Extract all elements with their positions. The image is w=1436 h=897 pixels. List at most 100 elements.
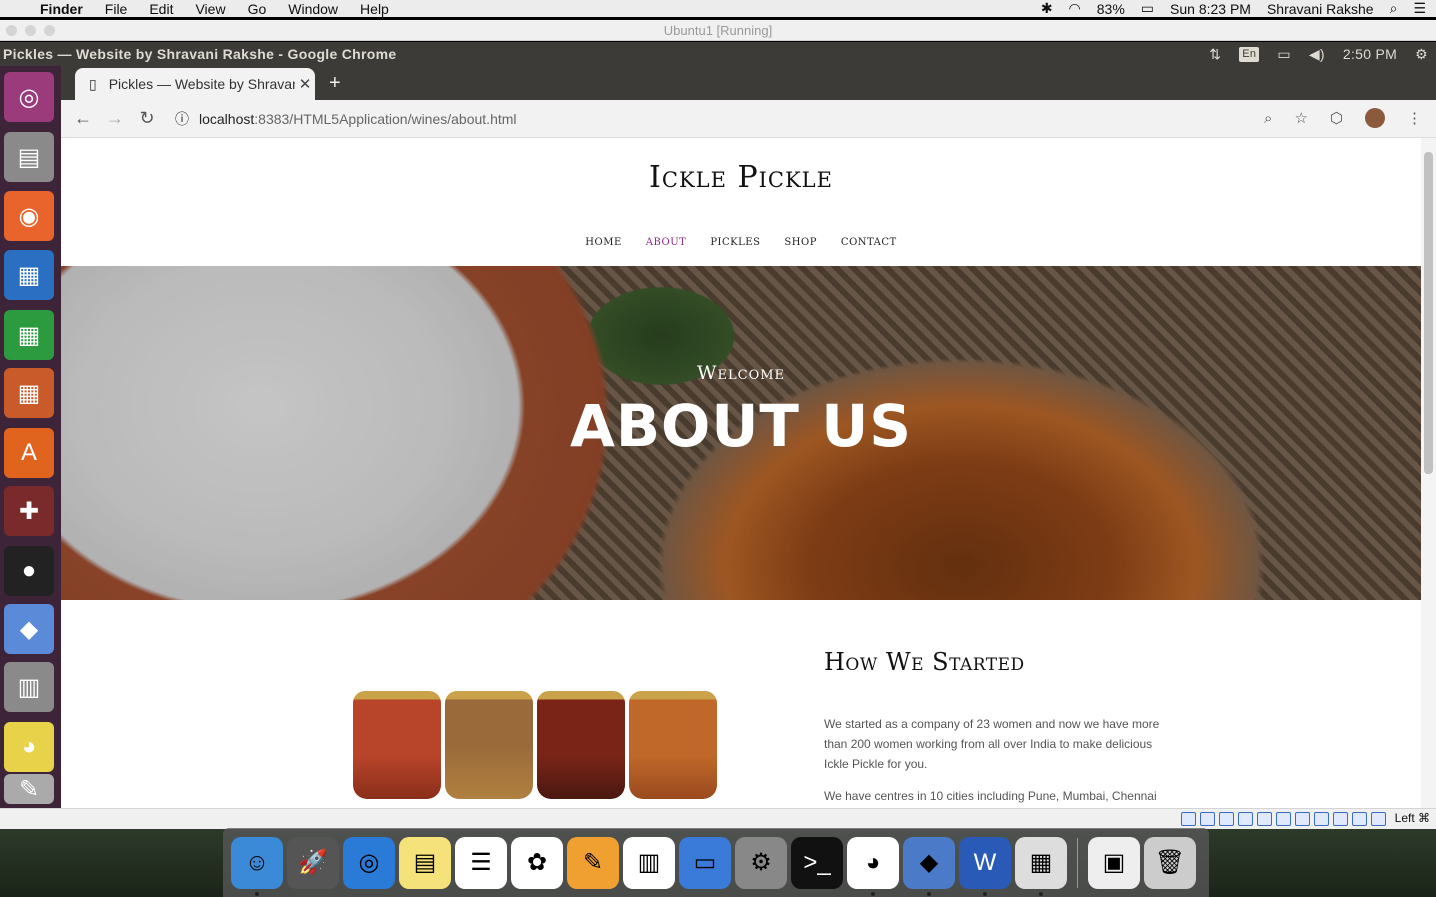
text-editor-icon[interactable]: ✎ bbox=[4, 774, 54, 804]
nav-pickles[interactable]: PICKLES bbox=[698, 237, 772, 248]
hero-banner: Welcome ABOUT US bbox=[61, 266, 1421, 600]
chrome-tab-strip: ▯ Pickles — Website by Shravani Rakshe ✕… bbox=[61, 66, 1436, 100]
chrome-launcher-icon[interactable]: ◕ bbox=[4, 722, 54, 772]
menu-view[interactable]: View bbox=[195, 1, 225, 17]
nav-contact[interactable]: CONTACT bbox=[829, 237, 909, 248]
mouse-integration-icon[interactable] bbox=[1352, 812, 1367, 826]
zoom-icon[interactable]: ⌕ bbox=[1264, 110, 1272, 127]
extension-icon[interactable]: ⬡ bbox=[1330, 109, 1343, 127]
calc-icon[interactable]: ▦ bbox=[4, 310, 54, 360]
mac-menu-bar: Finder File Edit View Go Window Help ✱ ◠… bbox=[0, 0, 1436, 17]
new-tab-button[interactable]: + bbox=[329, 72, 341, 95]
cpu-icon[interactable] bbox=[1333, 812, 1348, 826]
word-icon[interactable]: W bbox=[959, 836, 1011, 896]
scroll-thumb[interactable] bbox=[1424, 152, 1433, 474]
jar-image bbox=[629, 691, 717, 799]
numbers-icon[interactable]: ▥ bbox=[623, 836, 675, 889]
printer-icon[interactable]: ▥ bbox=[4, 662, 54, 712]
writer-icon[interactable]: ▦ bbox=[4, 250, 54, 300]
vbox-status-bar: Left ⌘ bbox=[0, 808, 1436, 829]
shared-folder-icon[interactable] bbox=[1276, 812, 1291, 826]
host-key: Left ⌘ bbox=[1394, 811, 1430, 825]
launchpad-icon[interactable]: 🚀 bbox=[287, 836, 339, 889]
jar-image bbox=[445, 691, 533, 799]
back-icon[interactable]: ← bbox=[67, 108, 99, 129]
network-adapter-icon[interactable] bbox=[1238, 812, 1253, 826]
photos-icon[interactable]: ✿ bbox=[511, 836, 563, 889]
menu-file[interactable]: File bbox=[105, 1, 128, 17]
system-preferences-icon[interactable]: ⚙ bbox=[735, 836, 787, 889]
menu-window[interactable]: Window bbox=[288, 1, 338, 17]
files-icon[interactable]: ▤ bbox=[4, 132, 54, 182]
page-scrollbar[interactable] bbox=[1421, 138, 1436, 808]
minimize-window-icon[interactable] bbox=[25, 25, 36, 36]
nav-home[interactable]: HOME bbox=[573, 237, 633, 248]
forward-icon[interactable]: → bbox=[99, 108, 131, 129]
chrome-icon[interactable]: ◕ bbox=[847, 836, 899, 896]
trash-icon[interactable]: 🗑 bbox=[1144, 836, 1196, 889]
software-center-icon[interactable]: A bbox=[4, 428, 54, 478]
clock[interactable]: Sun 8:23 PM bbox=[1170, 1, 1251, 17]
info-icon[interactable]: ⓘ bbox=[175, 109, 189, 129]
video-capture-icon[interactable] bbox=[1314, 812, 1329, 826]
hdd-icon[interactable] bbox=[1181, 812, 1196, 826]
preview-window-icon[interactable]: ▦ bbox=[1015, 836, 1067, 896]
keyboard-icon[interactable] bbox=[1371, 812, 1386, 826]
battery-icon[interactable]: ▭ bbox=[1141, 0, 1154, 17]
reminders-icon[interactable]: ☰ bbox=[455, 836, 507, 889]
menu-go[interactable]: Go bbox=[248, 1, 267, 17]
hero-title: ABOUT US bbox=[569, 392, 913, 460]
battery-icon-ubuntu[interactable]: ▭ bbox=[1277, 42, 1291, 66]
menu-finder[interactable]: Finder bbox=[40, 1, 83, 17]
site-title[interactable]: Ickle Pickle bbox=[61, 160, 1421, 195]
close-window-icon[interactable] bbox=[6, 25, 17, 36]
menu-help[interactable]: Help bbox=[360, 1, 389, 17]
pages-icon[interactable]: ✎ bbox=[567, 836, 619, 889]
paragraph-2: We have centres in 10 cities including P… bbox=[824, 789, 1157, 803]
notes-icon[interactable]: ▤ bbox=[399, 836, 451, 889]
zoom-window-icon[interactable] bbox=[44, 25, 55, 36]
network-icon[interactable]: ⇅ bbox=[1209, 42, 1221, 66]
jar-image bbox=[353, 691, 441, 799]
settings-gear-icon[interactable]: ⚙ bbox=[1415, 42, 1428, 66]
system-settings-icon[interactable]: ✚ bbox=[4, 486, 54, 536]
impress-icon[interactable]: ▦ bbox=[4, 368, 54, 418]
volume-icon[interactable]: ◀) bbox=[1309, 42, 1325, 66]
spotlight-icon[interactable]: ⌕ bbox=[1390, 0, 1398, 17]
optical-icon[interactable] bbox=[1200, 812, 1215, 826]
usb-icon[interactable] bbox=[1257, 812, 1272, 826]
close-tab-icon[interactable]: ✕ bbox=[295, 75, 315, 93]
bookmark-star-icon[interactable]: ☆ bbox=[1294, 109, 1307, 127]
nav-about[interactable]: ABOUT bbox=[634, 237, 699, 248]
keyboard-layout[interactable]: En bbox=[1239, 46, 1260, 62]
disks-icon[interactable]: ● bbox=[4, 546, 54, 596]
nav-shop[interactable]: SHOP bbox=[772, 237, 829, 248]
terminal-icon[interactable]: >_ bbox=[791, 836, 843, 889]
browser-tab[interactable]: ▯ Pickles — Website by Shravani Rakshe ✕ bbox=[75, 68, 315, 100]
notification-icon[interactable]: ☰ bbox=[1413, 0, 1426, 17]
battery-percent[interactable]: 83% bbox=[1097, 1, 1125, 17]
site-nav: HOME ABOUT PICKLES SHOP CONTACT bbox=[61, 237, 1421, 248]
user-name[interactable]: Shravani Rakshe bbox=[1267, 1, 1374, 17]
wifi-icon[interactable]: ◠ bbox=[1069, 0, 1081, 17]
menu-dots-icon[interactable]: ⋮ bbox=[1407, 109, 1422, 127]
keynote-icon[interactable]: ▭ bbox=[679, 836, 731, 889]
virtualbox-dock-icon[interactable]: ◆ bbox=[903, 836, 955, 896]
reload-icon[interactable]: ↻ bbox=[131, 108, 163, 129]
tab-title: Pickles — Website by Shravani Rakshe bbox=[108, 76, 295, 92]
firefox-icon[interactable]: ◉ bbox=[4, 191, 54, 241]
address-bar-row: ← → ↻ ⓘ localhost:8383/HTML5Application/… bbox=[61, 100, 1436, 138]
finder-icon[interactable]: ☺ bbox=[231, 836, 283, 896]
menu-edit[interactable]: Edit bbox=[149, 1, 173, 17]
safari-icon[interactable]: ◎ bbox=[343, 836, 395, 889]
vbox-minimized-icon[interactable]: ▣ bbox=[1088, 836, 1140, 889]
audio-icon[interactable] bbox=[1219, 812, 1234, 826]
ubuntu-dash-icon[interactable]: ◎ bbox=[4, 72, 54, 122]
profile-avatar[interactable] bbox=[1365, 108, 1385, 128]
bluetooth-icon[interactable]: ✱ bbox=[1041, 0, 1053, 17]
virtualbox-icon[interactable]: ◆ bbox=[4, 604, 54, 654]
omnibox[interactable]: ⓘ localhost:8383/HTML5Application/wines/… bbox=[175, 109, 517, 129]
display-icon[interactable] bbox=[1295, 812, 1310, 826]
url-host: localhost bbox=[199, 110, 255, 127]
ubuntu-clock[interactable]: 2:50 PM bbox=[1343, 42, 1397, 66]
